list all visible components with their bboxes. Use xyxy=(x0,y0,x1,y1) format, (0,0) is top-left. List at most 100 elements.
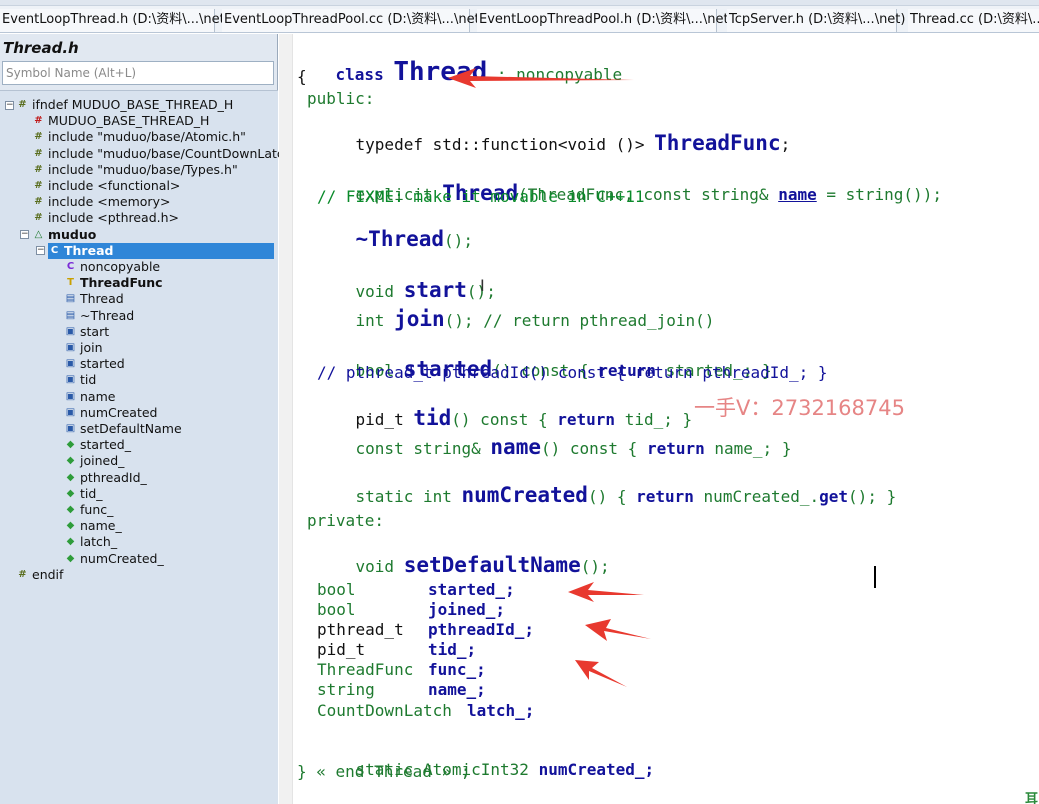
tree-item-label: Thread xyxy=(64,242,114,258)
tree-item[interactable]: ▣ start xyxy=(64,324,109,340)
tree-expander[interactable]: − xyxy=(36,246,45,255)
tab-tcpserver-h[interactable]: TcpServer.h (D:\资料\...\net) xyxy=(727,9,905,32)
tree-item[interactable]: C Thread xyxy=(48,242,274,259)
tree-item[interactable]: ◆ name_ xyxy=(64,518,122,534)
field-line: pid_t tid_; xyxy=(317,640,477,659)
tree-item[interactable]: ▣ tid xyxy=(64,372,97,388)
tree-item-label: include "muduo/base/Atomic.h" xyxy=(48,129,246,145)
field-line: ThreadFunc func_; xyxy=(317,660,486,679)
tree-item-label: numCreated_ xyxy=(80,550,164,566)
code-editor[interactable]: class Thread : noncopyable { public: typ… xyxy=(279,34,1039,804)
field-icon: ◆ xyxy=(66,487,75,499)
tree-item[interactable]: # endif xyxy=(16,567,63,583)
field-line: string name_; xyxy=(317,680,486,699)
tree-item-label: latch_ xyxy=(80,534,118,550)
preprocessor-icon: # xyxy=(18,99,27,110)
field-line: pthread_t pthreadId_; xyxy=(317,620,534,639)
field-line: bool started_; xyxy=(317,580,515,599)
tree-item[interactable]: T ThreadFunc xyxy=(64,275,163,291)
mouse-ibeam-cursor: I xyxy=(480,276,485,295)
tab-eventloopthreadpool-cc[interactable]: EventLoopThreadPool.cc (D:\资料\...\net) xyxy=(222,9,485,32)
field-icon: ◆ xyxy=(66,471,75,483)
code-line: { xyxy=(297,67,307,86)
tree-item-label: func_ xyxy=(80,502,114,517)
tree-item-label: start xyxy=(80,323,110,339)
corner-glyph: 耳 xyxy=(1025,792,1039,804)
tree-item-label: name_ xyxy=(80,518,122,534)
code-line: public: xyxy=(307,89,375,108)
tree-item-label: started xyxy=(80,356,125,372)
tab-eventloopthreadpool-h[interactable]: EventLoopThreadPool.h (D:\资料\...\net) xyxy=(477,9,734,32)
tree-item[interactable]: # include "muduo/base/Types.h" xyxy=(32,162,237,178)
panel-title: Thread.h xyxy=(3,39,79,57)
tree-item-label: include "muduo/base/CountDownLatch xyxy=(48,145,292,161)
field-icon: ◆ xyxy=(66,536,75,548)
tree-item[interactable]: ▣ join xyxy=(64,340,103,356)
annotation-arrow xyxy=(575,660,627,687)
tree-item-label: name xyxy=(80,388,116,404)
method-icon: ▣ xyxy=(65,358,76,370)
tree-item[interactable]: ▤ ~Thread xyxy=(64,308,134,324)
class-icon: C xyxy=(66,261,75,272)
tree-item[interactable]: ◆ joined_ xyxy=(64,453,125,469)
tree-item[interactable]: ◆ pthreadId_ xyxy=(64,470,147,486)
method-icon: ▣ xyxy=(65,423,76,434)
editor-gutter xyxy=(279,34,293,804)
tree-item[interactable]: ▣ numCreated xyxy=(64,405,158,421)
symbol-panel: Thread.h # ifndef MUDUO_BASE_THREAD_H # MUD… xyxy=(0,34,292,804)
tab-eventloopthread-h[interactable]: EventLoopThread.h (D:\资料\...\net) xyxy=(0,9,230,32)
tree-expander[interactable]: − xyxy=(20,230,29,239)
tree-item-label: muduo xyxy=(48,226,97,242)
tree-item-label: setDefaultName xyxy=(80,421,182,436)
tree-item[interactable]: # include "muduo/base/CountDownLatch xyxy=(32,145,292,162)
tree-expander[interactable]: − xyxy=(5,101,14,110)
tree-item-label: tid xyxy=(80,372,97,388)
tree-item[interactable]: ▣ setDefaultName xyxy=(64,421,182,437)
tree-item-label: started_ xyxy=(80,437,131,453)
tree-item[interactable]: ◆ numCreated_ xyxy=(64,551,164,567)
tree-item[interactable]: ◆ latch_ xyxy=(64,534,117,550)
define-icon: # xyxy=(34,115,43,127)
tree-item-label: Thread xyxy=(80,291,124,307)
tree-item[interactable]: # MUDUO_BASE_THREAD_H xyxy=(32,113,209,129)
field-icon: ◆ xyxy=(66,520,75,532)
preprocessor-icon: # xyxy=(34,147,43,159)
tree-item[interactable]: ◆ started_ xyxy=(64,437,131,453)
annotation-arrow xyxy=(568,582,644,602)
code-line: private: xyxy=(307,511,385,530)
tree-item[interactable]: Cnoncopyable xyxy=(64,259,160,275)
constructor-icon: ▤ xyxy=(65,293,76,305)
tree-item[interactable]: # include <memory> xyxy=(32,194,170,210)
tab-bar: EventLoopThread.h (D:\资料\...\net) EventL… xyxy=(0,6,1039,33)
tree-item-label: include <pthread.h> xyxy=(48,210,180,226)
namespace-icon: △ xyxy=(34,228,43,240)
tree-item[interactable]: # include <pthread.h> xyxy=(32,210,179,226)
tree-item[interactable]: # ifndef MUDUO_BASE_THREAD_H xyxy=(16,97,233,113)
tree-item-label: include <functional> xyxy=(48,178,181,193)
tab-thread-cc[interactable]: Thread.cc (D:\资料\...\b xyxy=(908,9,1039,32)
tree-item[interactable]: ▣ started xyxy=(64,356,125,372)
text-cursor xyxy=(874,566,876,588)
field-icon: ◆ xyxy=(66,504,75,515)
tree-item[interactable]: ▤ Thread xyxy=(64,291,124,307)
tree-item[interactable]: ◆ func_ xyxy=(64,502,114,518)
method-icon: ▣ xyxy=(65,406,76,418)
code-line: static int numCreated() { return numCrea… xyxy=(355,483,897,507)
preprocessor-icon: # xyxy=(34,196,43,208)
tree-item[interactable]: # include "muduo/base/Atomic.h" xyxy=(32,129,246,145)
tree-item[interactable]: ▣ name xyxy=(64,388,116,405)
annotation-arrow xyxy=(585,619,651,641)
symbol-search-input[interactable] xyxy=(2,61,274,85)
method-icon: ▣ xyxy=(65,342,76,353)
tree-item-label: include <memory> xyxy=(48,194,171,210)
tree-item-label: ifndef MUDUO_BASE_THREAD_H xyxy=(32,97,234,112)
field-line: CountDownLatch latch_; xyxy=(317,701,535,720)
preprocessor-icon: # xyxy=(34,180,43,191)
tree-item-label: tid_ xyxy=(80,485,103,501)
tree-item[interactable]: △ muduo xyxy=(32,226,97,243)
method-icon: ▣ xyxy=(65,374,76,386)
tree-item[interactable]: ◆ tid_ xyxy=(64,486,103,502)
preprocessor-icon: # xyxy=(34,131,43,143)
method-icon: ▣ xyxy=(65,390,76,402)
tree-item[interactable]: # include <functional> xyxy=(32,178,180,194)
